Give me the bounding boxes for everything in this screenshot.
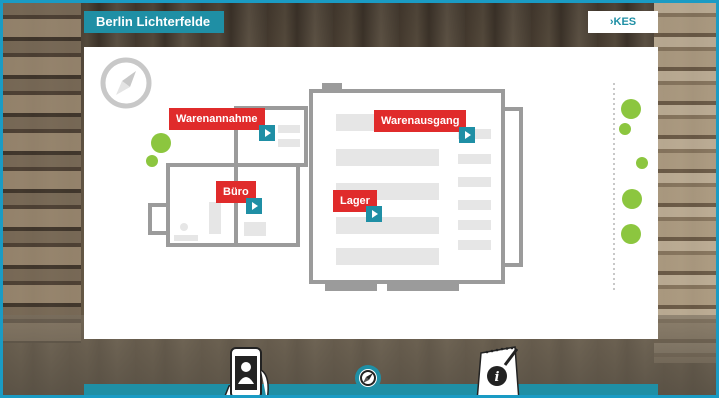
marker-dot xyxy=(146,155,158,167)
play-lager-icon[interactable] xyxy=(366,206,382,222)
svg-text:i: i xyxy=(495,370,500,385)
brand-logo-text: KES xyxy=(613,16,637,28)
timeline-dot[interactable] xyxy=(619,123,631,135)
dock-door xyxy=(387,284,459,291)
area-label-warenannahme[interactable]: Warenannahme xyxy=(169,108,265,130)
background-shelves-right xyxy=(654,3,716,363)
timeline-dot[interactable] xyxy=(622,189,642,209)
play-buero-icon[interactable] xyxy=(246,198,262,214)
marker-dot xyxy=(151,133,171,153)
play-warenannahme-icon[interactable] xyxy=(259,125,275,141)
floor-plan-panel: Warenannahme Warenausgang Büro Lager xyxy=(84,47,658,339)
markers-left xyxy=(146,133,171,167)
notepad-pen-icon[interactable]: i xyxy=(469,343,527,398)
background-shelves-left xyxy=(3,3,81,343)
location-title: Berlin Lichterfelde xyxy=(84,11,225,33)
timeline-dot[interactable] xyxy=(621,99,641,119)
app-frame: Berlin Lichterfelde ›KES Warenannahme Wa… xyxy=(0,0,719,398)
timeline-markers xyxy=(619,99,648,244)
timeline-dot[interactable] xyxy=(621,224,641,244)
phone-contact-icon[interactable] xyxy=(217,346,275,398)
play-warenausgang-icon[interactable] xyxy=(459,127,475,143)
timeline-dot[interactable] xyxy=(636,157,648,169)
area-label-warenausgang[interactable]: Warenausgang xyxy=(374,110,467,132)
toolbar-compass-icon[interactable] xyxy=(354,364,382,392)
brand-logo[interactable]: ›KES xyxy=(588,11,658,33)
dock-door xyxy=(325,284,377,291)
wall-notch xyxy=(322,83,342,93)
